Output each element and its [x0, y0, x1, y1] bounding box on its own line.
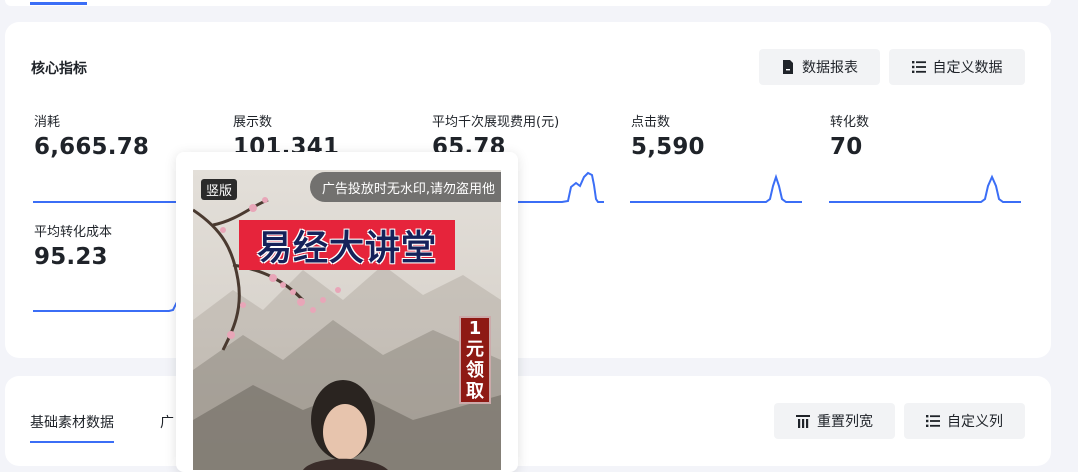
seal-char: 1 [468, 318, 482, 339]
custom-columns-label: 自定义列 [947, 414, 1003, 430]
reset-column-width-label: 重置列宽 [817, 414, 873, 430]
seal-char: 元 [466, 339, 484, 360]
video-preview[interactable]: 竖版 广告投放时无水印,请勿盗用他 易经大讲堂 1 元 领 取 [193, 170, 501, 470]
metric-clicks[interactable]: 点击数 5,590 [631, 115, 806, 160]
tab-second[interactable]: 广 [160, 412, 174, 432]
tab-basic-asset-data[interactable]: 基础素材数据 [30, 412, 114, 443]
metric-label: 转化数 [830, 115, 870, 130]
list-icon [911, 60, 926, 74]
video-title-banner: 易经大讲堂 [239, 220, 455, 270]
data-report-button[interactable]: 数据报表 [759, 49, 880, 85]
data-report-label: 数据报表 [802, 60, 858, 76]
seal-char: 取 [466, 381, 484, 402]
list-icon [926, 414, 940, 428]
metric-value: 70 [830, 134, 863, 160]
sparkline-clicks [630, 173, 802, 203]
top-card-edge [5, 0, 1051, 6]
reset-column-width-button[interactable]: 重置列宽 [774, 403, 895, 439]
card-title: 核心指标 [31, 61, 87, 77]
core-metrics-card: 核心指标 数据报表 自定义数据 消耗 6,665.78 展示数 101,341 … [5, 22, 1051, 358]
video-background-art [193, 197, 501, 470]
metric-label: 点击数 [631, 115, 671, 130]
metric-label: 消耗 [34, 115, 61, 130]
video-preview-popover: 竖版 广告投放时无水印,请勿盗用他 易经大讲堂 1 元 领 取 [176, 152, 518, 472]
custom-columns-button[interactable]: 自定义列 [904, 403, 1025, 439]
column-width-icon [796, 414, 810, 428]
top-tab-indicator [30, 2, 87, 5]
metric-conversions[interactable]: 转化数 70 [830, 115, 1005, 160]
asset-data-card: 基础素材数据 广 重置列宽 自定义列 [5, 376, 1051, 466]
metric-value: 5,590 [631, 134, 705, 160]
watermark-notice: 广告投放时无水印,请勿盗用他 [309, 172, 501, 202]
document-icon [781, 60, 795, 74]
video-title: 易经大讲堂 [256, 227, 437, 269]
metric-label: 展示数 [233, 115, 273, 130]
custom-data-button[interactable]: 自定义数据 [889, 49, 1025, 85]
metric-label: 平均千次展现费用(元) [432, 115, 560, 130]
seal-char: 领 [466, 360, 484, 381]
promo-seal: 1 元 领 取 [459, 316, 491, 404]
sparkline-conversions [829, 174, 1021, 203]
vertical-badge: 竖版 [201, 179, 238, 200]
custom-data-label: 自定义数据 [932, 60, 1003, 76]
